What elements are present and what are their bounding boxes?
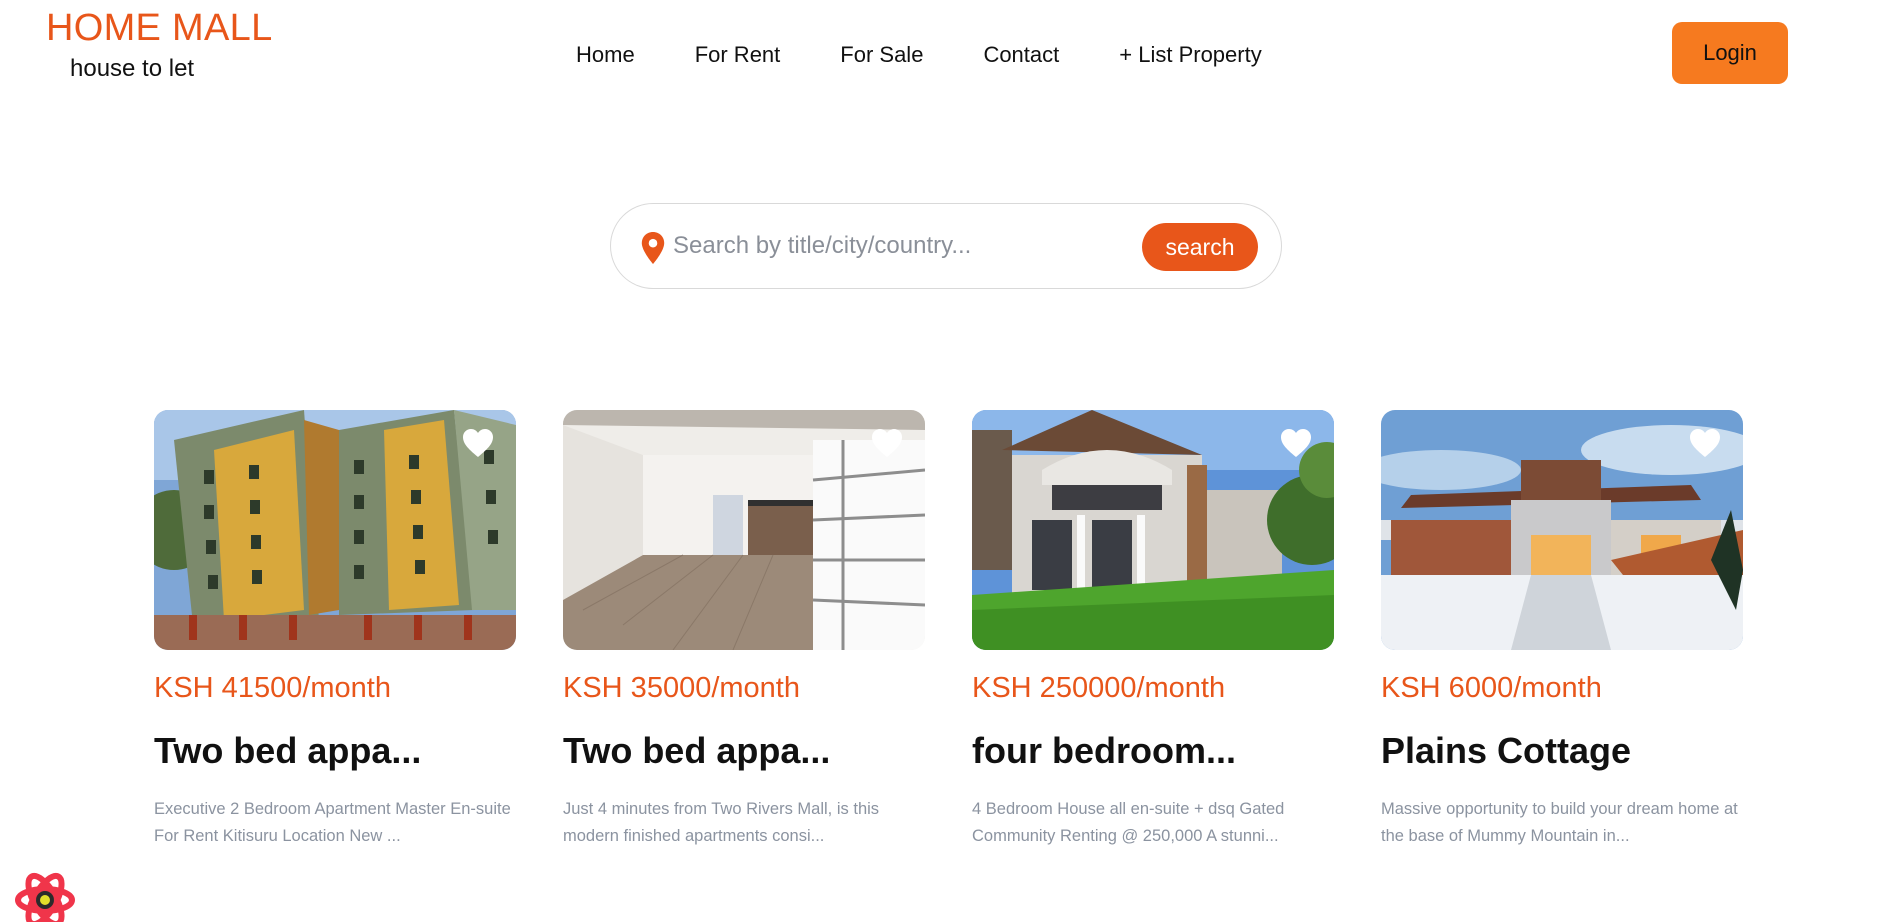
main-nav: Home For Rent For Sale Contact + List Pr… xyxy=(576,40,1322,70)
react-devtools-icon[interactable] xyxy=(14,872,76,922)
brand-subtitle: house to let xyxy=(70,55,195,82)
heart-icon[interactable] xyxy=(1280,428,1312,458)
listing-title[interactable]: Two bed appa... xyxy=(563,730,925,772)
listing-price: KSH 250000/month xyxy=(972,672,1226,704)
listing-card[interactable]: KSH 35000/month Two bed appa... Just 4 m… xyxy=(563,410,925,850)
listings-grid: KSH 41500/month Two bed appa... Executiv… xyxy=(154,410,1744,850)
search-bar: search xyxy=(610,203,1282,289)
listing-description: 4 Bedroom House all en-suite + dsq Gated… xyxy=(972,800,1285,845)
listing-title[interactable]: Plains Cottage xyxy=(1381,730,1743,772)
listing-title[interactable]: four bedroom... xyxy=(972,730,1334,772)
page: HOME MALL house to let Home For Rent For… xyxy=(0,0,1887,922)
heart-icon[interactable] xyxy=(1689,428,1721,458)
heart-icon[interactable] xyxy=(871,428,903,458)
listing-photo[interactable] xyxy=(972,410,1334,650)
listing-price: KSH 35000/month xyxy=(563,672,800,704)
login-button[interactable]: Login xyxy=(1672,22,1788,84)
nav-for-rent-link[interactable]: For Rent xyxy=(695,40,781,70)
brand-title[interactable]: HOME MALL xyxy=(46,6,273,50)
heart-icon[interactable] xyxy=(462,428,494,458)
nav-for-sale-link[interactable]: For Sale xyxy=(840,40,923,70)
listing-photo[interactable] xyxy=(563,410,925,650)
listing-description: Just 4 minutes from Two Rivers Mall, is … xyxy=(563,800,880,845)
search-button[interactable]: search xyxy=(1142,223,1258,271)
listing-card[interactable]: KSH 6000/month Plains Cottage Massive op… xyxy=(1381,410,1743,850)
listing-photo[interactable] xyxy=(1381,410,1743,650)
listing-title[interactable]: Two bed appa... xyxy=(154,730,516,772)
brand-logo[interactable]: HOME MALL house to let xyxy=(46,6,273,84)
listing-description: Executive 2 Bedroom Apartment Master En-… xyxy=(154,800,511,845)
listing-price: KSH 41500/month xyxy=(154,672,391,704)
listing-card[interactable]: KSH 250000/month four bedroom... 4 Bedro… xyxy=(972,410,1334,850)
nav-home-link[interactable]: Home xyxy=(576,40,635,70)
location-pin-icon xyxy=(641,232,665,264)
search-input[interactable] xyxy=(673,224,1133,268)
listing-card[interactable]: KSH 41500/month Two bed appa... Executiv… xyxy=(154,410,516,850)
nav-contact-link[interactable]: Contact xyxy=(983,40,1059,70)
listing-price: KSH 6000/month xyxy=(1381,672,1602,704)
listing-description: Massive opportunity to build your dream … xyxy=(1381,800,1738,845)
nav-list-property-link[interactable]: + List Property xyxy=(1119,40,1261,70)
listing-photo[interactable] xyxy=(154,410,516,650)
